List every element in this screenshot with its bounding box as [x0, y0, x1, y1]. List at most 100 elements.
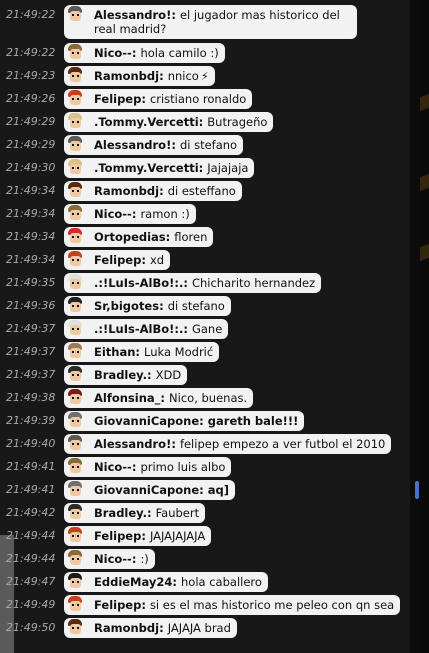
- chat-bubble[interactable]: Ramonbdj: JAJAJA brad: [64, 618, 237, 638]
- chat-bubble[interactable]: .Tommy.Vercetti: Butrageño: [64, 112, 274, 132]
- chat-bubble[interactable]: Alfonsina_: Nico, buenas.: [64, 388, 254, 408]
- username[interactable]: Sr,bigotes:: [94, 299, 164, 313]
- chat-bubble[interactable]: Nico--::): [64, 549, 155, 569]
- chat-bubble[interactable]: Ortopedias: floren: [64, 227, 214, 247]
- user-avatar[interactable]: [66, 6, 84, 24]
- username[interactable]: Alessandro!:: [94, 8, 176, 22]
- message-text: JAJAJA brad: [167, 621, 231, 635]
- username[interactable]: Alessandro!:: [94, 437, 176, 451]
- username[interactable]: Nico--:: [94, 460, 136, 474]
- avatar-eye: [72, 144, 74, 146]
- chat-bubble[interactable]: Eithan: Luka Modrić: [64, 342, 220, 362]
- user-avatar[interactable]: [66, 527, 84, 545]
- user-avatar[interactable]: [66, 389, 84, 407]
- user-avatar[interactable]: [66, 228, 84, 246]
- chat-bubble[interactable]: Sr,bigotes: di stefano: [64, 296, 231, 316]
- user-avatar[interactable]: [66, 504, 84, 522]
- username[interactable]: Felipep:: [94, 598, 146, 612]
- username[interactable]: Eithan:: [94, 345, 140, 359]
- message-time: 21:49:38: [6, 391, 56, 404]
- user-avatar[interactable]: [66, 90, 84, 108]
- username[interactable]: Ramonbdj:: [94, 621, 164, 635]
- username[interactable]: Ramonbdj:: [94, 69, 164, 83]
- username[interactable]: Ortopedias:: [94, 230, 170, 244]
- avatar-face: [70, 49, 81, 59]
- chat-bubble[interactable]: .:!LuIs-AlBo!:.: Chicharito hernandez: [64, 273, 322, 293]
- username[interactable]: .Tommy.Vercetti:: [94, 115, 203, 129]
- username[interactable]: Nico--:: [94, 46, 136, 60]
- lightning-icon: ⚡: [200, 70, 209, 83]
- user-avatar[interactable]: [66, 274, 84, 292]
- username[interactable]: .:!LuIs-AlBo!:.:: [94, 276, 188, 290]
- chat-bubble[interactable]: EddieMay24: hola caballero: [64, 572, 268, 592]
- chat-bubble[interactable]: Alessandro!: felipep empezo a ver futbol …: [64, 434, 392, 454]
- chat-bubble[interactable]: Felipep: si es el mas historico me peleo …: [64, 595, 401, 615]
- user-avatar[interactable]: [66, 136, 84, 154]
- chat-bubble[interactable]: Ramonbdj: nnico ⚡: [64, 66, 215, 86]
- username[interactable]: Bradley.:: [94, 368, 152, 382]
- username[interactable]: GiovanniCapone:: [94, 414, 204, 428]
- chat-bubble[interactable]: Ramonbdj: di esteffano: [64, 181, 242, 201]
- message-content: Ortopedias: floren: [94, 230, 207, 244]
- chat-bubble[interactable]: Felipep: JAJAJAJAJA: [64, 526, 212, 546]
- username[interactable]: Nico--:: [94, 552, 136, 566]
- username[interactable]: Ramonbdj:: [94, 184, 164, 198]
- user-avatar[interactable]: [66, 251, 84, 269]
- username[interactable]: GiovanniCapone:: [94, 483, 204, 497]
- message-content: Felipep: xd: [94, 253, 164, 267]
- username[interactable]: Felipep:: [94, 92, 146, 106]
- chat-bubble[interactable]: Felipep: cristiano ronaldo: [64, 89, 253, 109]
- chat-bubble[interactable]: Nico--: ramon :): [64, 204, 196, 224]
- username[interactable]: .:!LuIs-AlBo!:.:: [94, 322, 188, 336]
- chat-bubble[interactable]: Nico--: hola camilo :): [64, 43, 225, 63]
- username[interactable]: Nico--:: [94, 207, 136, 221]
- message-content: Nico--::): [94, 552, 149, 566]
- chat-bubble[interactable]: GiovanniCapone: gareth bale!!!: [64, 411, 305, 431]
- username[interactable]: Alessandro!:: [94, 138, 176, 152]
- user-avatar[interactable]: [66, 573, 84, 591]
- chat-bubble[interactable]: Alessandro!: di stefano: [64, 135, 244, 155]
- chat-bubble[interactable]: Nico--: primo luis albo: [64, 457, 232, 477]
- chat-bubble[interactable]: GiovanniCapone: aq]: [64, 480, 236, 500]
- user-avatar[interactable]: [66, 458, 84, 476]
- user-avatar[interactable]: [66, 297, 84, 315]
- username[interactable]: Felipep:: [94, 529, 146, 543]
- user-avatar[interactable]: [66, 619, 84, 637]
- user-avatar[interactable]: [66, 596, 84, 614]
- avatar-face: [70, 233, 81, 243]
- chat-bubble[interactable]: Alessandro!: el jugador mas historico del…: [64, 5, 357, 39]
- avatar-eye: [77, 466, 79, 468]
- message-content: Felipep: cristiano ronaldo: [94, 92, 246, 106]
- chat-bubble[interactable]: Felipep: xd: [64, 250, 171, 270]
- user-avatar[interactable]: [66, 550, 84, 568]
- user-avatar[interactable]: [66, 320, 84, 338]
- username[interactable]: Felipep:: [94, 253, 146, 267]
- chat-bubble[interactable]: Bradley.: XDD: [64, 365, 188, 385]
- message-content: Ramonbdj: di esteffano: [94, 184, 236, 198]
- username[interactable]: Alfonsina_:: [94, 391, 165, 405]
- user-avatar[interactable]: [66, 113, 84, 131]
- user-avatar[interactable]: [66, 343, 84, 361]
- chat-message: 21:49:50 Ramonbdj: JAJAJA brad: [0, 617, 410, 639]
- user-avatar[interactable]: [66, 481, 84, 499]
- chat-scrollbar[interactable]: [410, 0, 420, 653]
- username[interactable]: .Tommy.Vercetti:: [94, 161, 203, 175]
- username[interactable]: Bradley.:: [94, 506, 152, 520]
- user-avatar[interactable]: [66, 366, 84, 384]
- scrollbar-thumb[interactable]: [415, 481, 419, 499]
- user-avatar[interactable]: [66, 435, 84, 453]
- user-avatar[interactable]: [66, 182, 84, 200]
- user-avatar[interactable]: [66, 67, 84, 85]
- message-content: Nico--: primo luis albo: [94, 460, 225, 474]
- avatar-face: [70, 325, 81, 335]
- chat-bubble[interactable]: .Tommy.Vercetti: Jajajaja: [64, 158, 255, 178]
- user-avatar[interactable]: [66, 205, 84, 223]
- chat-message: 21:49:30 .Tommy.Vercetti: Jajajaja: [0, 157, 410, 179]
- user-avatar[interactable]: [66, 44, 84, 62]
- user-avatar[interactable]: [66, 412, 84, 430]
- chat-bubble[interactable]: Bradley.: Faubert: [64, 503, 206, 523]
- user-avatar[interactable]: [66, 159, 84, 177]
- chat-bubble[interactable]: .:!LuIs-AlBo!:.: Gane: [64, 319, 229, 339]
- username[interactable]: EddieMay24:: [94, 575, 177, 589]
- avatar-face: [70, 95, 81, 105]
